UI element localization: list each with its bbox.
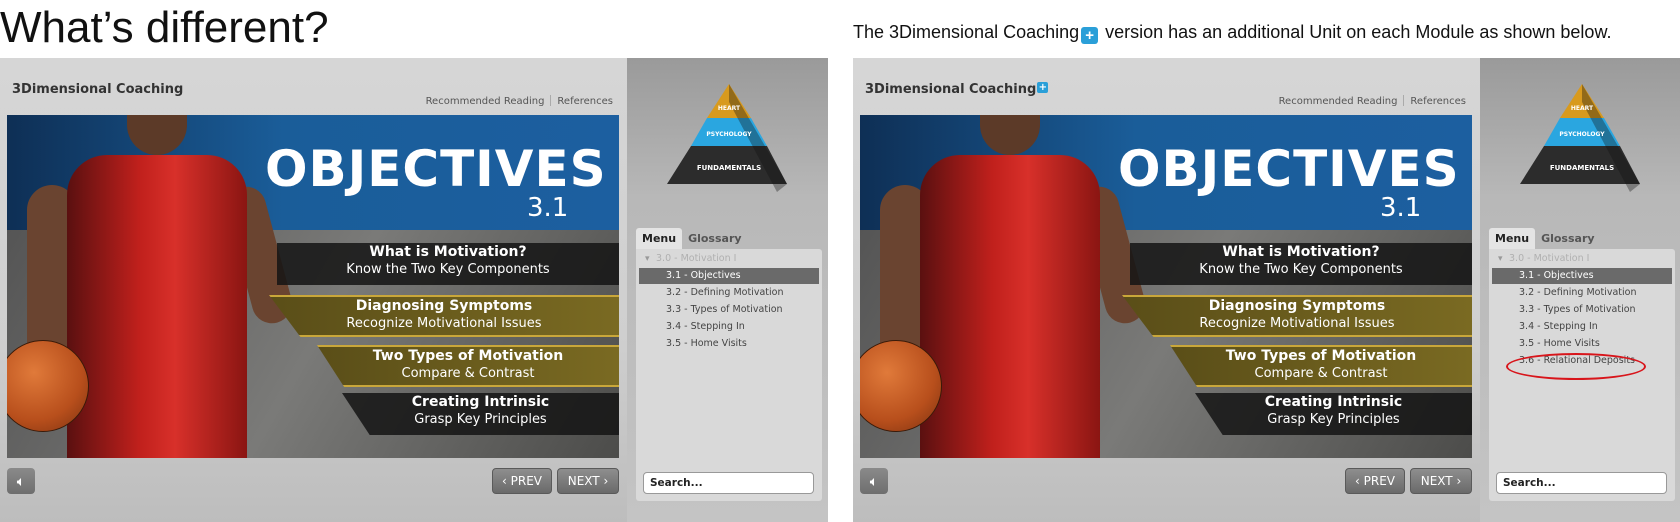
chevron-right-icon: › xyxy=(599,474,609,488)
objective-band: Creating Intrinsic Grasp Key Principles xyxy=(342,393,619,435)
sidebar-tabs: Menu Glossary xyxy=(1489,228,1601,249)
references-link[interactable]: References xyxy=(1410,96,1466,107)
menu-item-defining-motivation[interactable]: 3.2 - Defining Motivation xyxy=(639,285,819,301)
objective-title: Two Types of Motivation xyxy=(1225,348,1417,364)
course-title: 3Dimensional Coaching + xyxy=(865,82,1049,97)
recommended-reading-link[interactable]: Recommended Reading xyxy=(1279,96,1398,107)
next-label: NEXT xyxy=(567,474,600,488)
athlete-jersey xyxy=(920,155,1100,458)
objective-title: What is Motivation? xyxy=(1222,244,1380,260)
menu-item-home-visits[interactable]: 3.5 - Home Visits xyxy=(639,336,819,352)
objective-subtitle: Grasp Key Principles xyxy=(414,412,547,427)
caption-text-before: The 3Dimensional Coaching xyxy=(853,22,1080,42)
recommended-reading-link[interactable]: Recommended Reading xyxy=(426,96,545,107)
objective-subtitle: Know the Two Key Components xyxy=(346,262,550,277)
speaker-icon: 🔈︎ xyxy=(16,473,26,489)
slide-title: OBJECTIVES xyxy=(265,140,607,198)
prev-button[interactable]: ‹ PREV xyxy=(1345,468,1405,494)
objective-title: Creating Intrinsic xyxy=(411,394,550,410)
chevron-right-icon: › xyxy=(1452,474,1462,488)
menu-item-home-visits[interactable]: 3.5 - Home Visits xyxy=(1492,336,1672,352)
course-title: 3Dimensional Coaching xyxy=(12,82,184,97)
prev-label: PREV xyxy=(510,474,542,488)
pyramid-logo: HEART PSYCHOLOGY FUNDAMENTALS xyxy=(667,84,787,192)
objective-subtitle: Know the Two Key Components xyxy=(1199,262,1403,277)
menu-item-stepping-in[interactable]: 3.4 - Stepping In xyxy=(639,319,819,335)
prev-label: PREV xyxy=(1363,474,1395,488)
menu-panel: 3.0 - Motivation I 3.1 - Objectives 3.2 … xyxy=(636,249,822,501)
menu-item-stepping-in[interactable]: 3.4 - Stepping In xyxy=(1492,319,1672,335)
slide-number: 3.1 xyxy=(1380,193,1422,223)
tab-glossary[interactable]: Glossary xyxy=(1535,228,1600,249)
pyramid-label-psychology: PSYCHOLOGY xyxy=(706,131,752,138)
objective-subtitle: Grasp Key Principles xyxy=(1267,412,1400,427)
objective-subtitle: Compare & Contrast xyxy=(1254,366,1388,381)
next-button[interactable]: NEXT › xyxy=(1410,468,1472,494)
highlight-annotation xyxy=(1506,353,1646,380)
slide-title: OBJECTIVES xyxy=(1118,140,1460,198)
objective-title: Diagnosing Symptoms xyxy=(355,298,533,314)
speaker-icon: 🔈︎ xyxy=(869,473,879,489)
top-links: Recommended Reading References xyxy=(1279,95,1466,107)
tab-glossary[interactable]: Glossary xyxy=(682,228,747,249)
tab-menu[interactable]: Menu xyxy=(1489,228,1536,249)
course-title-text: 3Dimensional Coaching xyxy=(865,82,1037,97)
objective-subtitle: Recognize Motivational Issues xyxy=(1199,316,1395,331)
player-standard: 3Dimensional Coaching Recommended Readin… xyxy=(0,58,828,522)
top-links: Recommended Reading References xyxy=(426,95,613,107)
pyramid-label-fundamentals: FUNDAMENTALS xyxy=(697,164,761,172)
objective-subtitle: Recognize Motivational Issues xyxy=(346,316,542,331)
menu-item-objectives[interactable]: 3.1 - Objectives xyxy=(639,268,819,284)
comparison-caption: The 3Dimensional Coaching + version has a… xyxy=(853,20,1611,44)
slide-number: 3.1 xyxy=(527,193,569,223)
menu-item-types-of-motivation[interactable]: 3.3 - Types of Motivation xyxy=(1492,302,1672,318)
objective-title: What is Motivation? xyxy=(369,244,527,260)
objective-band: What is Motivation? Know the Two Key Comp… xyxy=(1130,243,1472,285)
volume-button[interactable]: 🔈︎ xyxy=(7,468,35,494)
plus-icon: + xyxy=(1081,27,1099,44)
chevron-left-icon: ‹ xyxy=(502,474,511,488)
objective-band: Two Types of Motivation Compare & Contras… xyxy=(317,345,619,387)
references-link[interactable]: References xyxy=(557,96,613,107)
pyramid-label-heart: HEART xyxy=(1571,105,1594,112)
link-divider xyxy=(1403,95,1405,106)
menu-section-header[interactable]: 3.0 - Motivation I xyxy=(639,251,819,267)
page-heading: What’s different? xyxy=(0,3,329,52)
next-label: NEXT xyxy=(1420,474,1453,488)
chevron-left-icon: ‹ xyxy=(1355,474,1364,488)
search-input[interactable]: Search... xyxy=(1496,472,1667,494)
menu-section-header[interactable]: 3.0 - Motivation I xyxy=(1492,251,1672,267)
objective-band: What is Motivation? Know the Two Key Comp… xyxy=(277,243,619,285)
prev-button[interactable]: ‹ PREV xyxy=(492,468,552,494)
sidebar-tabs: Menu Glossary xyxy=(636,228,748,249)
slide-area: OBJECTIVES 3.1 What is Motivation? Know t… xyxy=(7,115,619,458)
athlete-jersey xyxy=(67,155,247,458)
search-input[interactable]: Search... xyxy=(643,472,814,494)
tab-menu[interactable]: Menu xyxy=(636,228,683,249)
menu-item-types-of-motivation[interactable]: 3.3 - Types of Motivation xyxy=(639,302,819,318)
objective-band: Diagnosing Symptoms Recognize Motivationa… xyxy=(1122,295,1472,337)
objective-band: Creating Intrinsic Grasp Key Principles xyxy=(1195,393,1472,435)
pyramid-logo: HEART PSYCHOLOGY FUNDAMENTALS xyxy=(1520,84,1640,192)
link-divider xyxy=(550,95,552,106)
pyramid-label-psychology: PSYCHOLOGY xyxy=(1559,131,1605,138)
objective-band: Two Types of Motivation Compare & Contras… xyxy=(1170,345,1472,387)
objective-subtitle: Compare & Contrast xyxy=(401,366,535,381)
slide-area: OBJECTIVES 3.1 What is Motivation? Know t… xyxy=(860,115,1472,458)
pyramid-label-heart: HEART xyxy=(718,105,741,112)
sidebar: HEART PSYCHOLOGY FUNDAMENTALS Menu Glossa… xyxy=(1480,58,1680,522)
pyramid-label-fundamentals: FUNDAMENTALS xyxy=(1550,164,1614,172)
volume-button[interactable]: 🔈︎ xyxy=(860,468,888,494)
objective-title: Creating Intrinsic xyxy=(1264,394,1403,410)
player-plus-version: 3Dimensional Coaching + Recommended Readi… xyxy=(853,58,1680,522)
sidebar: HEART PSYCHOLOGY FUNDAMENTALS Menu Glossa… xyxy=(627,58,828,522)
caption-text-after: version has an additional Unit on each M… xyxy=(1100,22,1612,42)
next-button[interactable]: NEXT › xyxy=(557,468,619,494)
objective-title: Two Types of Motivation xyxy=(372,348,564,364)
menu-item-defining-motivation[interactable]: 3.2 - Defining Motivation xyxy=(1492,285,1672,301)
menu-item-objectives[interactable]: 3.1 - Objectives xyxy=(1492,268,1672,284)
objective-band: Diagnosing Symptoms Recognize Motivationa… xyxy=(269,295,619,337)
plus-icon: + xyxy=(1037,82,1049,93)
objective-title: Diagnosing Symptoms xyxy=(1208,298,1386,314)
